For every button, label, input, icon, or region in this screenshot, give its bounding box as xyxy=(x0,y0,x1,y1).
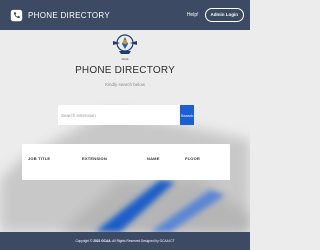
help-link[interactable]: Help! xyxy=(187,12,199,18)
hero-section: GCAA PHONE DIRECTORY Kindly search below xyxy=(0,32,250,87)
search-input[interactable] xyxy=(58,105,180,125)
gcaa-emblem-icon xyxy=(113,34,137,54)
brand[interactable]: PHONE DIRECTORY xyxy=(10,9,110,22)
footer: Copyright © 2022 GCAA. All Rights Reserv… xyxy=(0,232,250,250)
emblem-caption: GCAA xyxy=(121,58,129,61)
phone-icon xyxy=(10,9,23,21)
top-navbar: PHONE DIRECTORY Help! Admin Login xyxy=(0,0,250,30)
copyright-text: Copyright © 2022 GCAA. All Rights Reserv… xyxy=(75,239,174,243)
results-table: JOB TITLE EXTENSION NAME FLOOR xyxy=(22,144,230,180)
column-header-floor: FLOOR xyxy=(185,156,200,161)
copyright-suffix: All Rights Reserved Designed by GCAA ICT xyxy=(111,239,175,243)
column-header-job-title: JOB TITLE xyxy=(28,156,51,161)
app-title: PHONE DIRECTORY xyxy=(28,10,110,20)
page-title: PHONE DIRECTORY xyxy=(75,65,175,76)
admin-login-button[interactable]: Admin Login xyxy=(204,7,244,23)
column-header-extension: EXTENSION xyxy=(82,156,107,161)
column-header-name: NAME xyxy=(147,156,160,161)
copyright-prefix: Copyright © xyxy=(75,239,94,243)
search-button[interactable]: Search xyxy=(180,105,194,125)
nav-actions: Help! Admin Login xyxy=(187,7,244,23)
copyright-year: 2022 GCAA. xyxy=(93,239,112,243)
page-subtitle: Kindly search below xyxy=(104,82,146,87)
